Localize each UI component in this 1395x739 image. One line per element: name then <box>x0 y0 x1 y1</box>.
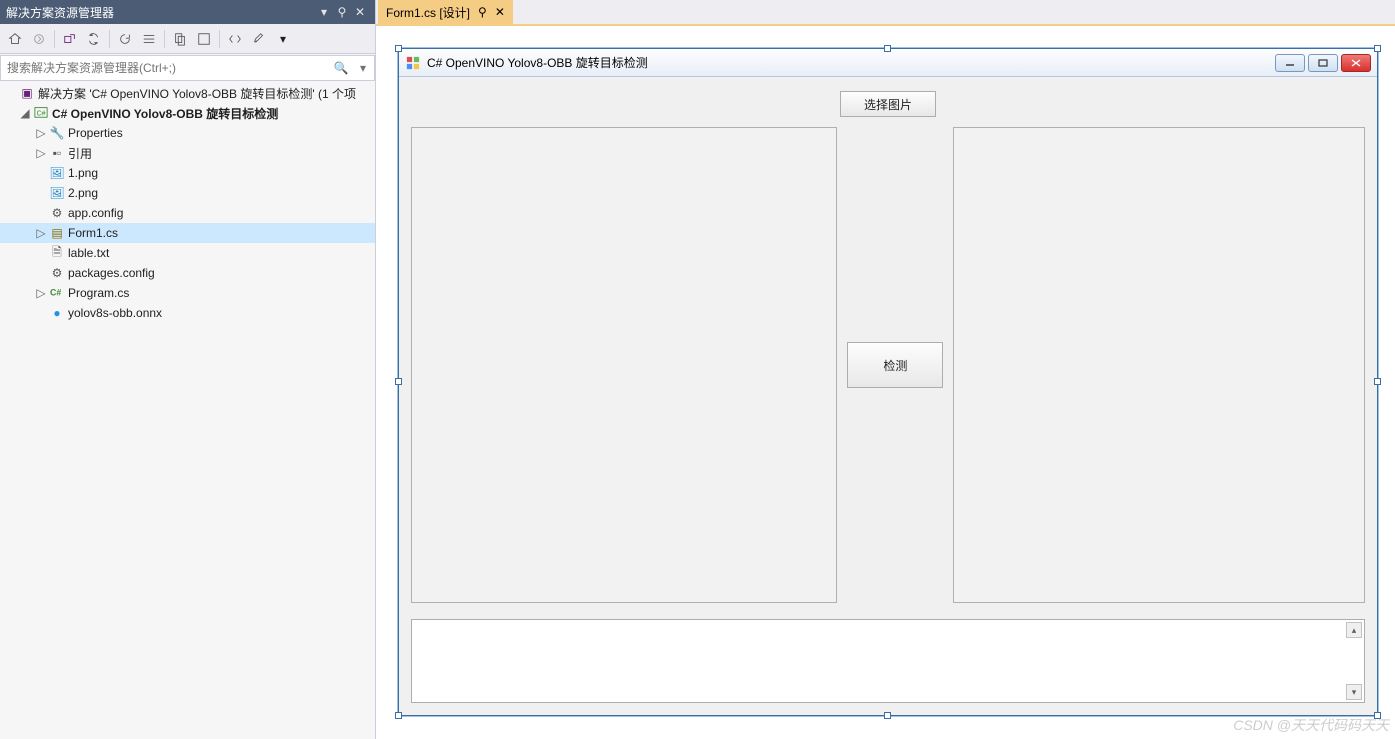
refresh-icon[interactable] <box>114 28 136 50</box>
tree-item-labletxt[interactable]: 🗎 lable.txt <box>0 243 375 263</box>
search-dropdown-icon[interactable]: ▾ <box>352 61 374 75</box>
toolbar-more-icon[interactable]: ▾ <box>272 28 294 50</box>
preview-icon[interactable] <box>193 28 215 50</box>
project-icon: C# <box>32 105 50 122</box>
picturebox-output[interactable] <box>953 127 1365 603</box>
panel-dropdown-icon[interactable]: ▾ <box>315 5 333 19</box>
expander-icon[interactable]: ▷ <box>34 126 48 140</box>
expander-icon[interactable]: ▷ <box>34 226 48 240</box>
form-client-area: 选择图片 检测 ▴ ▾ <box>399 77 1377 715</box>
detect-button[interactable]: 检测 <box>847 342 943 388</box>
solution-explorer-title-bar: 解决方案资源管理器 ▾ ⚲ ✕ <box>0 0 375 24</box>
form-maximize-button[interactable] <box>1308 54 1338 72</box>
onnx-file-icon: ● <box>48 306 66 320</box>
toolbar-separator <box>219 30 220 48</box>
config-icon: ⚙ <box>48 206 66 220</box>
svg-text:C#: C# <box>37 110 46 117</box>
solution-explorer-toolbar: ▾ <box>0 24 375 54</box>
scroll-up-icon[interactable]: ▴ <box>1346 622 1362 638</box>
config-icon: ⚙ <box>48 266 66 280</box>
select-image-button[interactable]: 选择图片 <box>840 91 936 117</box>
tree-item-label: Properties <box>66 126 123 140</box>
form-app-icon <box>405 55 421 71</box>
log-textbox[interactable]: ▴ ▾ <box>411 619 1365 703</box>
tree-item-references[interactable]: ▷ ▪▫ 引用 <box>0 143 375 163</box>
form-titlebar: C# OpenVINO Yolov8-OBB 旋转目标检测 <box>399 49 1377 77</box>
tree-item-label: lable.txt <box>66 246 109 260</box>
form-close-button[interactable] <box>1341 54 1371 72</box>
tree-item-properties[interactable]: ▷ 🔧 Properties <box>0 123 375 143</box>
design-form[interactable]: C# OpenVINO Yolov8-OBB 旋转目标检测 选择图片 检测 <box>398 48 1378 716</box>
text-file-icon: 🗎 <box>48 243 66 264</box>
tab-close-icon[interactable]: ✕ <box>495 5 505 19</box>
project-label: C# OpenVINO Yolov8-OBB 旋转目标检测 <box>50 105 278 122</box>
expander-icon[interactable]: ▷ <box>34 286 48 300</box>
toolbar-separator <box>109 30 110 48</box>
select-image-label: 选择图片 <box>864 96 912 113</box>
expander-icon[interactable]: ▷ <box>34 146 48 160</box>
tree-item-appconfig[interactable]: ⚙ app.config <box>0 203 375 223</box>
toolbar-separator <box>164 30 165 48</box>
csharp-file-icon: C# <box>48 285 66 302</box>
tab-form1-design[interactable]: Form1.cs [设计] ⚲ ✕ <box>378 0 513 24</box>
toolbar-separator <box>54 30 55 48</box>
solution-label: 解决方案 'C# OpenVINO Yolov8-OBB 旋转目标检测' (1 … <box>36 85 356 102</box>
properties-icon[interactable] <box>248 28 270 50</box>
tree-item-label: 2.png <box>66 186 98 200</box>
tree-item-onnx[interactable]: ● yolov8s-obb.onnx <box>0 303 375 323</box>
sync-icon[interactable] <box>83 28 105 50</box>
tree-item-label: yolov8s-obb.onnx <box>66 306 162 320</box>
document-tabstrip: Form1.cs [设计] ⚲ ✕ <box>376 0 1395 26</box>
tree-item-program[interactable]: ▷ C# Program.cs <box>0 283 375 303</box>
view-code-icon[interactable] <box>224 28 246 50</box>
tab-label: Form1.cs [设计] <box>386 4 470 21</box>
solution-tree: ▣ 解决方案 'C# OpenVINO Yolov8-OBB 旋转目标检测' (… <box>0 81 375 739</box>
scroll-down-icon[interactable]: ▾ <box>1346 684 1362 700</box>
tab-pin-icon[interactable]: ⚲ <box>478 5 487 19</box>
solution-explorer-title: 解决方案资源管理器 <box>6 4 315 21</box>
tree-item-label: Form1.cs <box>66 226 118 240</box>
textbox-scrollbar[interactable]: ▴ ▾ <box>1346 622 1362 700</box>
form-title-text: C# OpenVINO Yolov8-OBB 旋转目标检测 <box>427 54 1275 71</box>
home-icon[interactable] <box>4 28 26 50</box>
tree-item-label: app.config <box>66 206 123 220</box>
pin-icon[interactable]: ⚲ <box>333 5 351 19</box>
nav-forward-icon[interactable] <box>28 28 50 50</box>
wrench-icon: 🔧 <box>48 126 66 140</box>
tree-item-label: 1.png <box>66 166 98 180</box>
svg-text:C#: C# <box>50 287 61 297</box>
search-icon[interactable]: 🔍 <box>330 61 352 75</box>
detect-button-label: 检测 <box>883 357 907 374</box>
expander-icon[interactable]: ◢ <box>18 106 32 120</box>
solution-explorer-search[interactable]: 🔍 ▾ <box>0 55 375 81</box>
image-icon: 🖼 <box>48 186 66 200</box>
tree-solution-node[interactable]: ▣ 解决方案 'C# OpenVINO Yolov8-OBB 旋转目标检测' (… <box>0 83 375 103</box>
tree-project-node[interactable]: ◢ C# C# OpenVINO Yolov8-OBB 旋转目标检测 <box>0 103 375 123</box>
show-all-files-icon[interactable] <box>169 28 191 50</box>
close-icon[interactable]: ✕ <box>351 5 369 19</box>
solution-icon: ▣ <box>18 86 36 100</box>
tree-item-png1[interactable]: 🖼 1.png <box>0 163 375 183</box>
pending-changes-icon[interactable] <box>59 28 81 50</box>
image-icon: 🖼 <box>48 166 66 180</box>
tree-item-png2[interactable]: 🖼 2.png <box>0 183 375 203</box>
collapse-icon[interactable] <box>138 28 160 50</box>
references-icon: ▪▫ <box>48 146 66 160</box>
tree-item-label: 引用 <box>66 145 92 162</box>
tree-item-form1[interactable]: ▷ ▤ Form1.cs <box>0 223 375 243</box>
tree-item-label: packages.config <box>66 266 155 280</box>
picturebox-input[interactable] <box>411 127 837 603</box>
form-icon: ▤ <box>48 226 66 240</box>
tree-item-packages[interactable]: ⚙ packages.config <box>0 263 375 283</box>
search-input[interactable] <box>1 61 330 75</box>
form-minimize-button[interactable] <box>1275 54 1305 72</box>
form-designer-surface[interactable]: C# OpenVINO Yolov8-OBB 旋转目标检测 选择图片 检测 <box>376 26 1395 739</box>
tree-item-label: Program.cs <box>66 286 129 300</box>
